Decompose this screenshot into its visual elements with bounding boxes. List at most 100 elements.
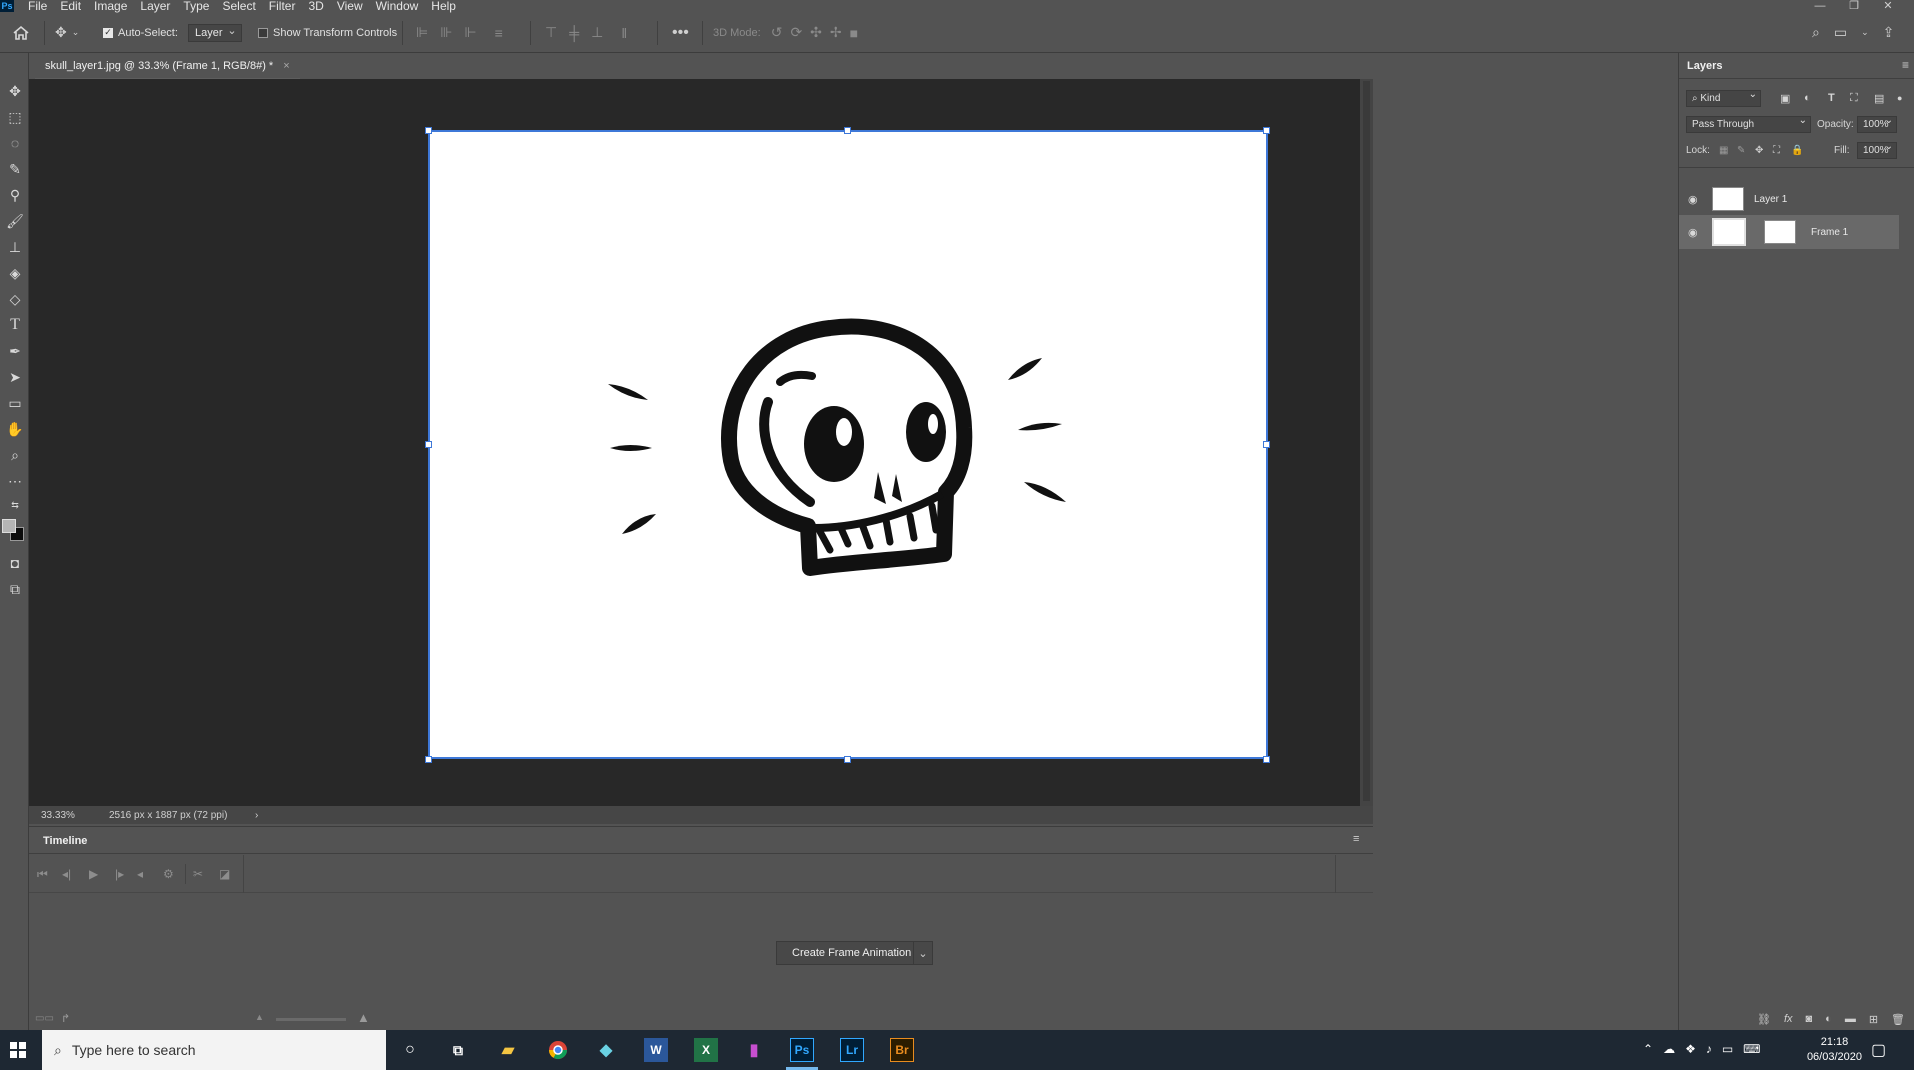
lightroom-icon[interactable]: Lr	[840, 1038, 864, 1062]
photoshop-taskbar-icon[interactable]: Ps	[790, 1038, 814, 1062]
swap-colors-icon[interactable]: ⇆	[4, 495, 26, 515]
layer-name[interactable]: Layer 1	[1754, 194, 1787, 205]
onedrive-icon[interactable]: ☁	[1663, 1042, 1675, 1056]
zoom-slider[interactable]	[276, 1018, 346, 1021]
first-frame-icon[interactable]: ⏮	[37, 867, 48, 882]
dropbox-icon[interactable]: ❖	[1685, 1042, 1696, 1056]
marquee-tool-icon[interactable]: ⬚	[4, 107, 26, 127]
scissors-icon[interactable]: ✂	[193, 867, 203, 881]
chevron-up-icon[interactable]: ⌃	[1643, 1042, 1653, 1056]
search-icon[interactable]: ⌕	[1812, 24, 1820, 41]
start-button[interactable]	[10, 1042, 26, 1058]
app-icon[interactable]: ◆	[594, 1038, 618, 1062]
layer-name[interactable]: Frame 1	[1811, 227, 1848, 238]
align-middle-icon[interactable]: ╪	[569, 25, 579, 41]
filter-adjustment-icon[interactable]: ◐	[1804, 92, 1811, 104]
menu-file[interactable]: File	[28, 0, 47, 12]
lock-all-icon[interactable]: 🔒	[1791, 145, 1803, 156]
panel-menu-icon[interactable]: ≡	[1353, 833, 1359, 845]
volume-icon[interactable]: ♪	[1706, 1042, 1712, 1056]
transform-handle-left[interactable]	[425, 441, 432, 448]
add-mask-icon[interactable]: ◙	[1806, 1013, 1813, 1025]
auto-select-checkbox[interactable]: ✓	[103, 27, 113, 38]
layer-style-icon[interactable]: fx	[1784, 1013, 1793, 1025]
distribute-vertical-icon[interactable]: ‖	[621, 25, 627, 41]
visibility-eye-icon[interactable]: ◉	[1688, 193, 1698, 206]
zoom-tool-icon[interactable]: ⌕	[4, 445, 26, 465]
filter-kind-dropdown[interactable]: ⌕ Kind	[1686, 89, 1761, 107]
move-tool-icon[interactable]: ✥	[4, 81, 26, 101]
transform-handle-bottom-right[interactable]	[1263, 756, 1270, 763]
menu-filter[interactable]: Filter	[269, 0, 296, 12]
menu-view[interactable]: View	[337, 0, 363, 12]
adjustment-layer-icon[interactable]: ◐	[1825, 1013, 1832, 1025]
transform-handle-bottom-left[interactable]	[425, 756, 432, 763]
chrome-icon[interactable]	[546, 1038, 570, 1062]
create-frame-animation-button[interactable]: Create Frame Animation	[776, 941, 928, 965]
close-window-button[interactable]: ✕	[1871, 0, 1905, 12]
filter-type-icon[interactable]: T	[1828, 92, 1835, 104]
move-tool-preset[interactable]: ✥ ⌄	[55, 24, 79, 41]
convert-frames-icon[interactable]: ▭▭	[35, 1013, 54, 1024]
status-menu-arrow[interactable]: ›	[255, 810, 258, 821]
eraser-tool-icon[interactable]: ◈	[4, 263, 26, 283]
brush-tool-icon[interactable]: 🖌	[4, 211, 26, 231]
scrollbar-thumb[interactable]	[1363, 81, 1370, 801]
zoom-out-icon[interactable]: ▲	[255, 1012, 264, 1022]
restore-button[interactable]: ❐	[1837, 0, 1871, 12]
more-tools-icon[interactable]: ⋯	[4, 471, 26, 491]
menu-3d[interactable]: 3D	[308, 0, 323, 12]
align-top-icon[interactable]: ⊤	[545, 24, 557, 41]
next-frame-icon[interactable]: |▸	[115, 867, 124, 881]
camera-3d-icon[interactable]: ■	[850, 25, 858, 41]
task-view-icon[interactable]: ⧉	[446, 1038, 470, 1062]
keyboard-icon[interactable]: ⌨	[1743, 1042, 1760, 1056]
filter-smart-object-icon[interactable]: ▤	[1874, 92, 1884, 105]
cortana-icon[interactable]: ○	[398, 1038, 422, 1062]
align-center-icon[interactable]: ⊪	[440, 24, 452, 41]
pen-tool-icon[interactable]: ✒	[4, 341, 26, 361]
menu-select[interactable]: Select	[222, 0, 255, 12]
filter-pixel-icon[interactable]: ▣	[1780, 92, 1790, 105]
audio-icon[interactable]: ◂	[137, 867, 143, 881]
type-tool-icon[interactable]: T	[4, 315, 26, 335]
align-right-icon[interactable]: ⊩	[464, 24, 476, 41]
stamp-tool-icon[interactable]: ⊥	[4, 237, 26, 257]
new-group-icon[interactable]: ▬	[1845, 1013, 1856, 1025]
menu-type[interactable]: Type	[183, 0, 209, 12]
document-tab[interactable]: skull_layer1.jpg @ 33.3% (Frame 1, RGB/8…	[35, 53, 300, 79]
vertical-scrollbar[interactable]	[1360, 79, 1373, 806]
fill-field[interactable]: 100%	[1857, 141, 1897, 159]
lasso-tool-icon[interactable]: ◌	[4, 133, 26, 153]
delete-layer-icon[interactable]: 🗑	[1891, 1013, 1905, 1026]
layers-title[interactable]: Layers	[1687, 60, 1722, 72]
taskbar-clock[interactable]: 21:18 06/03/2020	[1807, 1035, 1862, 1065]
transform-handle-top-right[interactable]	[1263, 127, 1270, 134]
taskbar-search-box[interactable]: ⌕ Type here to search	[42, 1030, 386, 1070]
zoom-in-icon[interactable]: ▲	[357, 1010, 370, 1025]
quick-mask-icon[interactable]: ◘	[4, 553, 26, 573]
quick-select-tool-icon[interactable]: ✎	[4, 159, 26, 179]
new-layer-icon[interactable]: ⊞	[1869, 1013, 1878, 1026]
timeline-mode-dropdown[interactable]: ⌄	[913, 941, 933, 965]
auto-select-target-dropdown[interactable]: Layer	[188, 23, 242, 42]
roll-3d-icon[interactable]: ⟳	[790, 24, 802, 41]
menu-help[interactable]: Help	[431, 0, 456, 12]
workspace-icon[interactable]: ▭	[1834, 24, 1847, 41]
filter-shape-icon[interactable]: ⛶	[1850, 92, 1858, 105]
lock-position-icon[interactable]: ✥	[1755, 145, 1763, 156]
file-explorer-icon[interactable]: ▰	[496, 1038, 520, 1062]
more-options-button[interactable]: •••	[672, 24, 689, 42]
transform-handle-bottom[interactable]	[844, 756, 851, 763]
word-icon[interactable]: W	[644, 1038, 668, 1062]
menu-layer[interactable]: Layer	[140, 0, 170, 12]
lock-artboard-icon[interactable]: ⛶	[1773, 145, 1780, 156]
settings-gear-icon[interactable]: ⚙	[163, 867, 174, 881]
lock-transparency-icon[interactable]: ▦	[1719, 145, 1728, 156]
hand-tool-icon[interactable]: ✋	[4, 419, 26, 439]
blend-mode-dropdown[interactable]: Pass Through	[1686, 115, 1811, 133]
paint-bucket-tool-icon[interactable]: ◇	[4, 289, 26, 309]
eyedropper-tool-icon[interactable]: ⚲	[4, 185, 26, 205]
path-select-tool-icon[interactable]: ➤	[4, 367, 26, 387]
play-icon[interactable]: ▶	[89, 867, 98, 881]
